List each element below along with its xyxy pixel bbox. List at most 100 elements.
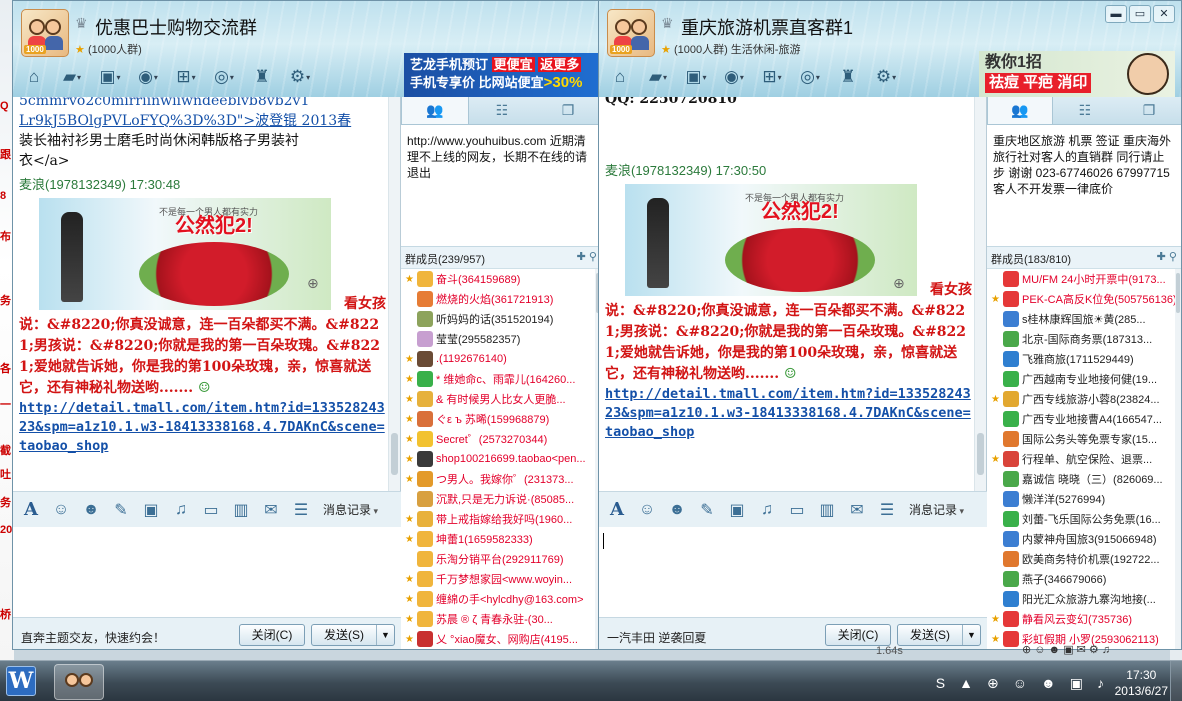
member-list[interactable]: MU/FM 24小时开票中(9173... ★ PEK-CA高反K位免(505756…	[987, 269, 1181, 649]
share-folder-icon[interactable]: ▰	[643, 63, 673, 91]
message-ad-image[interactable]: 不是每一个男人都有实力 公然犯2!	[39, 198, 331, 310]
chat-scrollbar[interactable]	[388, 97, 400, 491]
member-item[interactable]: ★ 奋斗(364159689)	[401, 269, 601, 289]
member-item[interactable]: 阳光汇众旅游九寨沟地接(...	[987, 589, 1181, 609]
member-item[interactable]: ★ * 维她命c、雨霏儿(164260...	[401, 369, 601, 389]
member-list[interactable]: ★ 奋斗(364159689) 燃烧的火焰(361721913) 听妈妈的话(3515…	[401, 269, 601, 649]
send-button[interactable]: 发送(S) ▼	[311, 624, 395, 646]
smile-icon[interactable]: ☺	[49, 501, 73, 519]
gear-icon[interactable]: ⚙	[871, 63, 901, 91]
message-input[interactable]	[599, 527, 987, 617]
window-titlebar[interactable]: 1000 ♛ 优惠巴士购物交流群 ★ (1000人群) ⌂ ▰ ▣ ◉ ⊞ ◎ …	[13, 1, 601, 97]
zoom-icon[interactable]: ⊕	[893, 275, 905, 292]
ad-banner-elong[interactable]: 艺龙手机预订 更便宜 返更多 手机专享价 比网站便宜>30%	[404, 53, 600, 97]
tab-members-icon[interactable]: 👥	[401, 97, 469, 124]
member-item[interactable]: 广西越南专业地接何健(19...	[987, 369, 1181, 389]
app-add-icon[interactable]: ⊞	[171, 63, 201, 91]
member-item[interactable]: MU/FM 24小时开票中(9173...	[987, 269, 1181, 289]
qq2-icon[interactable]: ☻	[1041, 675, 1056, 692]
album-icon[interactable]: ▣	[95, 63, 125, 91]
message-record-button[interactable]: 消息记录	[323, 501, 378, 518]
tab-window-icon[interactable]: ❐	[535, 97, 601, 124]
member-item[interactable]: 燕子(346679066)	[987, 569, 1181, 589]
member-item[interactable]: 广西专业地接曹A4(166547...	[987, 409, 1181, 429]
member-item[interactable]: ★ つ男人。我嫁你゜(231373...	[401, 469, 601, 489]
member-item[interactable]: 国际公务头等免票专家(15...	[987, 429, 1181, 449]
code-link[interactable]: Lr9kJ5BOlgPVLoFYQ%3D%3D">波登锟 2013春	[19, 113, 351, 129]
shake-icon[interactable]: ✎	[109, 500, 133, 520]
minimize-icon[interactable]: ▬	[1105, 5, 1127, 23]
qq-icon[interactable]: ☺	[1013, 675, 1027, 692]
voice-icon[interactable]: ◉	[719, 63, 749, 91]
member-item[interactable]: 沉默,只是无力诉说·(85085...	[401, 489, 601, 509]
network-icon[interactable]: ▣	[1070, 675, 1083, 692]
add-icon[interactable]: ⊕	[987, 675, 999, 692]
member-item[interactable]: ★ 苏晨 ® ζ 青春永驻-(30...	[401, 609, 601, 629]
album-icon[interactable]: ▣	[681, 63, 711, 91]
police-icon[interactable]: ♜	[833, 63, 863, 91]
member-scrollbar[interactable]	[1175, 269, 1181, 649]
member-item[interactable]: 北京-国际商务票(187313...	[987, 329, 1181, 349]
member-item[interactable]: 飞雅商旅(1711529449)	[987, 349, 1181, 369]
font-icon[interactable]: A	[19, 499, 43, 520]
shake-icon[interactable]: ✎	[695, 500, 719, 520]
chat-window-youhuibus[interactable]: 1000 ♛ 优惠巴士购物交流群 ★ (1000人群) ⌂ ▰ ▣ ◉ ⊞ ◎ …	[12, 0, 602, 650]
screen-icon[interactable]: ▭	[785, 500, 809, 520]
maximize-icon[interactable]: ▭	[1129, 5, 1151, 23]
member-item[interactable]: ★ 静看风云变幻(735736)	[987, 609, 1181, 629]
add-member-icon[interactable]: ✚ ⚲	[1157, 250, 1177, 263]
home-icon[interactable]: ⌂	[605, 63, 635, 91]
picture-icon[interactable]: ▣	[139, 500, 163, 520]
magic-face-icon[interactable]: ☻	[79, 501, 103, 519]
message-sender[interactable]: 麦浪(1978132349) 17:30:50	[605, 161, 972, 181]
screen-icon[interactable]: ▭	[199, 500, 223, 520]
police-icon[interactable]: ♜	[247, 63, 277, 91]
member-item[interactable]: 乐淘分销平台(292911769)	[401, 549, 601, 569]
member-item[interactable]: ★ 坤蕾1(1659582333)	[401, 529, 601, 549]
member-item[interactable]: 懒洋洋(5276994)	[987, 489, 1181, 509]
video-icon[interactable]: ◎	[795, 63, 825, 91]
close-button[interactable]: 关闭(C)	[239, 624, 305, 646]
member-item[interactable]: 欧美商务特价机票(192722...	[987, 549, 1181, 569]
add-member-icon[interactable]: ✚ ⚲	[577, 250, 597, 263]
chat-scrollbar[interactable]	[974, 97, 986, 491]
clock[interactable]: 17:30 2013/6/27	[1115, 667, 1168, 699]
show-desktop-button[interactable]	[1170, 661, 1182, 701]
member-item[interactable]: 莹莹(295582357)	[401, 329, 601, 349]
group-avatar[interactable]: 1000	[607, 9, 655, 57]
share-folder-icon[interactable]: ▰	[57, 63, 87, 91]
ad-hint[interactable]: 一汽丰田 逆袭回夏	[607, 629, 706, 646]
qq-group-taskbar-button[interactable]	[54, 664, 104, 700]
chevron-down-icon[interactable]: ▼	[962, 625, 980, 645]
chat-history[interactable]: 5cmmrvo2c0mirriinwiiwndeeblvb8vb2v1 Lr9k…	[13, 97, 401, 491]
ad-hint[interactable]: 直奔主题交友，快速约会！	[21, 629, 165, 646]
group-avatar[interactable]: 1000	[21, 9, 69, 57]
member-item[interactable]: ★ Secret゜(2573270344)	[401, 429, 601, 449]
tab-window-icon[interactable]: ❐	[1117, 97, 1181, 124]
app-add-icon[interactable]: ⊞	[757, 63, 787, 91]
member-item[interactable]: ★ 广西专线旅游小蓉8(23824...	[987, 389, 1181, 409]
send-button[interactable]: 发送(S) ▼	[897, 624, 981, 646]
member-item[interactable]: ★ PEK-CA高反K位免(505756136)	[987, 289, 1181, 309]
chat-history[interactable]: QQ: 2250720810 麦浪(1978132349) 17:30:50 不…	[599, 97, 987, 491]
volume-icon[interactable]: ♪	[1097, 675, 1104, 692]
close-button[interactable]: 关闭(C)	[825, 624, 891, 646]
picture-icon[interactable]: ▣	[725, 500, 749, 520]
sogou-icon[interactable]: S	[936, 675, 945, 692]
member-item[interactable]: ★ .(1192676140)	[401, 349, 601, 369]
tab-list-icon[interactable]: ☷	[1053, 97, 1117, 124]
member-item[interactable]: 燃烧的火焰(361721913)	[401, 289, 601, 309]
member-item[interactable]: ★ & 有时候男人比女人更脆...	[401, 389, 601, 409]
chevron-down-icon[interactable]: ▼	[376, 625, 394, 645]
member-item[interactable]: ★ ぐε ъ 苏晞(159968879)	[401, 409, 601, 429]
wps-app-button[interactable]: W	[6, 666, 36, 696]
smile-icon[interactable]: ☺	[635, 501, 659, 519]
scroll-thumb[interactable]	[977, 433, 984, 475]
message-url[interactable]: http://detail.tmall.com/item.htm?id=1335…	[605, 385, 972, 442]
message-input[interactable]	[13, 527, 401, 617]
window-titlebar[interactable]: 1000 ♛ 重庆旅游机票直客群1 ★ (1000人群) 生活休闲-旅游 ▬ ▭…	[599, 1, 1181, 97]
chart-icon[interactable]: ▥	[229, 500, 253, 520]
home-icon[interactable]: ⌂	[19, 63, 49, 91]
music-icon[interactable]: ♫	[169, 501, 193, 519]
message-ad-image[interactable]: 不是每一个男人都有实力 公然犯2!	[625, 184, 917, 296]
